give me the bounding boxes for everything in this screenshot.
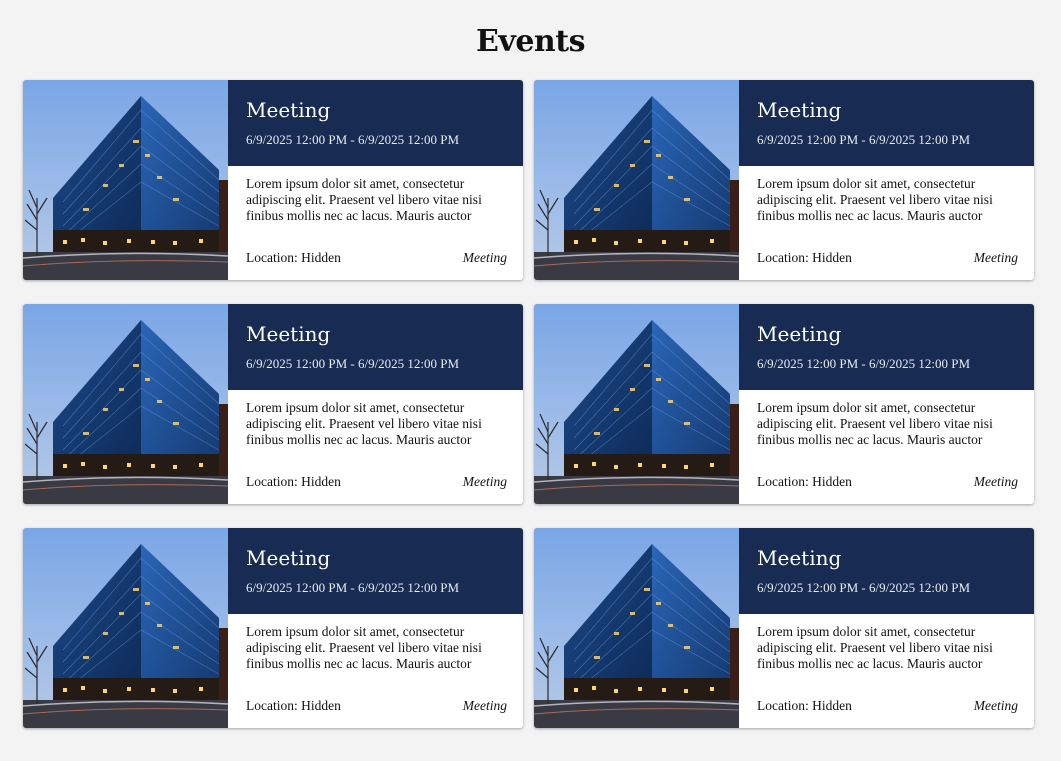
event-date: 6/9/2025 12:00 PM - 6/9/2025 12:00 PM (757, 132, 971, 147)
event-card-body: Meeting 6/9/2025 12:00 PM - 6/9/2025 12:… (228, 304, 523, 504)
events-grid: Meeting 6/9/2025 12:00 PM - 6/9/2025 12:… (23, 80, 1034, 728)
event-footer: Location: Hidden Meeting (757, 698, 1018, 714)
event-card[interactable]: Meeting 6/9/2025 12:00 PM - 6/9/2025 12:… (534, 528, 1034, 728)
event-title: Meeting (757, 322, 842, 346)
event-category: Meeting (462, 698, 507, 713)
event-image (23, 304, 228, 504)
event-category: Meeting (973, 474, 1018, 489)
event-card[interactable]: Meeting 6/9/2025 12:00 PM - 6/9/2025 12:… (23, 80, 523, 280)
event-title: Meeting (757, 546, 842, 570)
event-description: Lorem ipsum dolor sit amet, consectetur … (757, 400, 993, 447)
event-footer: Location: Hidden Meeting (246, 250, 507, 266)
event-header: Meeting 6/9/2025 12:00 PM - 6/9/2025 12:… (739, 80, 1034, 166)
event-card[interactable]: Meeting 6/9/2025 12:00 PM - 6/9/2025 12:… (23, 528, 523, 728)
event-image (23, 528, 228, 728)
event-category: Meeting (973, 250, 1018, 265)
event-description: Lorem ipsum dolor sit amet, consectetur … (757, 624, 993, 671)
event-card-body: Meeting 6/9/2025 12:00 PM - 6/9/2025 12:… (228, 528, 523, 728)
event-card-body: Meeting 6/9/2025 12:00 PM - 6/9/2025 12:… (739, 80, 1034, 280)
event-footer: Location: Hidden Meeting (246, 698, 507, 714)
event-content: Lorem ipsum dolor sit amet, consectetur … (739, 614, 1034, 728)
event-header: Meeting 6/9/2025 12:00 PM - 6/9/2025 12:… (228, 528, 523, 614)
event-footer: Location: Hidden Meeting (757, 474, 1018, 490)
event-content: Lorem ipsum dolor sit amet, consectetur … (228, 166, 523, 280)
event-content: Lorem ipsum dolor sit amet, consectetur … (739, 390, 1034, 504)
event-date: 6/9/2025 12:00 PM - 6/9/2025 12:00 PM (757, 356, 971, 371)
event-header: Meeting 6/9/2025 12:00 PM - 6/9/2025 12:… (228, 80, 523, 166)
event-image (534, 80, 739, 280)
event-header: Meeting 6/9/2025 12:00 PM - 6/9/2025 12:… (739, 528, 1034, 614)
event-category: Meeting (462, 250, 507, 265)
event-header: Meeting 6/9/2025 12:00 PM - 6/9/2025 12:… (739, 304, 1034, 390)
event-description: Lorem ipsum dolor sit amet, consectetur … (757, 176, 993, 223)
event-image (23, 80, 228, 280)
event-title: Meeting (246, 322, 331, 346)
event-image (534, 304, 739, 504)
event-category: Meeting (462, 474, 507, 489)
event-card-body: Meeting 6/9/2025 12:00 PM - 6/9/2025 12:… (739, 528, 1034, 728)
event-description: Lorem ipsum dolor sit amet, consectetur … (246, 176, 482, 223)
event-date: 6/9/2025 12:00 PM - 6/9/2025 12:00 PM (757, 580, 971, 595)
event-card-body: Meeting 6/9/2025 12:00 PM - 6/9/2025 12:… (228, 80, 523, 280)
event-location: Location: Hidden (757, 250, 852, 265)
page-title: Events (476, 24, 585, 59)
event-title: Meeting (757, 98, 842, 122)
event-footer: Location: Hidden Meeting (757, 250, 1018, 266)
event-title: Meeting (246, 98, 331, 122)
event-image (534, 528, 739, 728)
event-content: Lorem ipsum dolor sit amet, consectetur … (228, 390, 523, 504)
event-location: Location: Hidden (246, 698, 341, 713)
event-location: Location: Hidden (757, 698, 852, 713)
event-description: Lorem ipsum dolor sit amet, consectetur … (246, 624, 482, 671)
event-date: 6/9/2025 12:00 PM - 6/9/2025 12:00 PM (246, 356, 460, 371)
event-card[interactable]: Meeting 6/9/2025 12:00 PM - 6/9/2025 12:… (534, 304, 1034, 504)
event-date: 6/9/2025 12:00 PM - 6/9/2025 12:00 PM (246, 580, 460, 595)
event-footer: Location: Hidden Meeting (246, 474, 507, 490)
event-content: Lorem ipsum dolor sit amet, consectetur … (228, 614, 523, 728)
event-card[interactable]: Meeting 6/9/2025 12:00 PM - 6/9/2025 12:… (534, 80, 1034, 280)
event-card-body: Meeting 6/9/2025 12:00 PM - 6/9/2025 12:… (739, 304, 1034, 504)
event-location: Location: Hidden (246, 474, 341, 489)
event-category: Meeting (973, 698, 1018, 713)
event-description: Lorem ipsum dolor sit amet, consectetur … (246, 400, 482, 447)
event-location: Location: Hidden (246, 250, 341, 265)
event-card[interactable]: Meeting 6/9/2025 12:00 PM - 6/9/2025 12:… (23, 304, 523, 504)
event-date: 6/9/2025 12:00 PM - 6/9/2025 12:00 PM (246, 132, 460, 147)
event-location: Location: Hidden (757, 474, 852, 489)
event-header: Meeting 6/9/2025 12:00 PM - 6/9/2025 12:… (228, 304, 523, 390)
event-content: Lorem ipsum dolor sit amet, consectetur … (739, 166, 1034, 280)
event-title: Meeting (246, 546, 331, 570)
